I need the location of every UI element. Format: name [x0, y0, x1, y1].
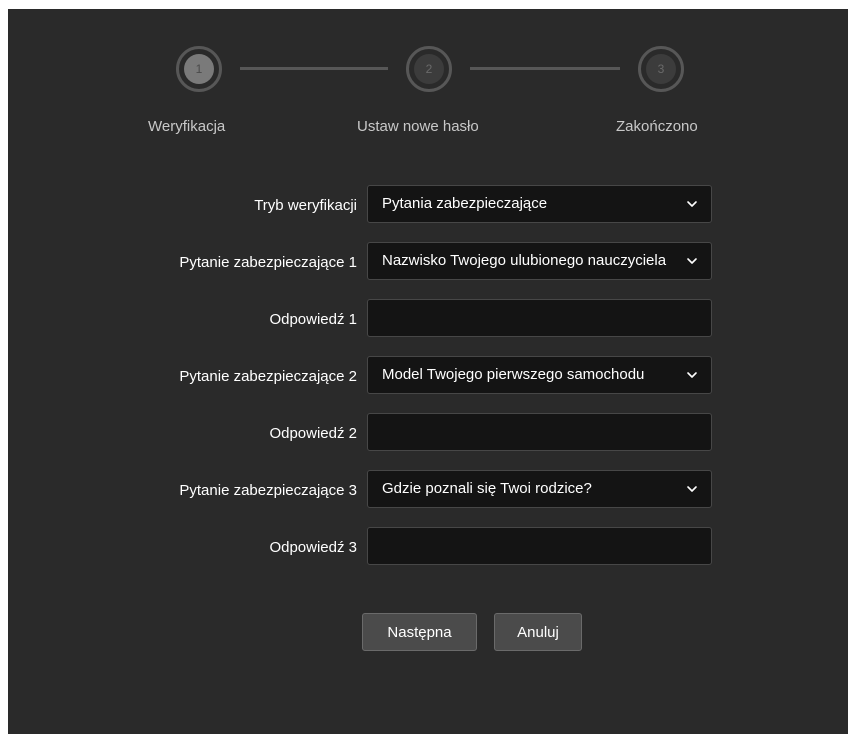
answer-3-input[interactable]: [367, 527, 712, 565]
step-1-number: 1: [184, 54, 214, 84]
step-connector-2: [470, 67, 620, 70]
chevron-down-icon: [687, 486, 697, 492]
answer-1-input[interactable]: [367, 299, 712, 337]
step-1-indicator: 1: [176, 46, 222, 92]
security-question-2-select[interactable]: Model Twojego pierwszego samochodu: [367, 356, 712, 394]
cancel-button[interactable]: Anuluj: [494, 613, 582, 651]
security-question-2-label: Pytanie zabezpieczające 2: [179, 368, 357, 385]
next-button[interactable]: Następna: [362, 613, 477, 651]
step-2-label: Ustaw nowe hasło: [357, 118, 479, 135]
answer-3-label: Odpowiedź 3: [269, 539, 357, 556]
answer-2-label: Odpowiedź 2: [269, 425, 357, 442]
step-2-indicator: 2: [406, 46, 452, 92]
security-question-1-label: Pytanie zabezpieczające 1: [179, 254, 357, 271]
verification-mode-label: Tryb weryfikacji: [254, 197, 357, 214]
answer-2-input[interactable]: [367, 413, 712, 451]
security-question-3-value: Gdzie poznali się Twoi rodzice?: [382, 480, 592, 497]
step-1-label: Weryfikacja: [148, 118, 226, 135]
chevron-down-icon: [687, 201, 697, 207]
security-question-1-value: Nazwisko Twojego ulubionego nauczyciela: [382, 252, 667, 269]
chevron-down-icon: [687, 372, 697, 378]
security-question-1-select[interactable]: Nazwisko Twojego ulubionego nauczyciela: [367, 242, 712, 280]
chevron-down-icon: [687, 258, 697, 264]
step-3-indicator: 3: [638, 46, 684, 92]
security-question-3-label: Pytanie zabezpieczające 3: [179, 482, 357, 499]
verification-mode-select[interactable]: Pytania zabezpieczające: [367, 185, 712, 223]
step-3-number: 3: [646, 54, 676, 84]
security-question-2-value: Model Twojego pierwszego samochodu: [382, 366, 645, 383]
step-3-label: Zakończono: [616, 118, 698, 135]
answer-1-label: Odpowiedź 1: [269, 311, 357, 328]
step-connector-1: [240, 67, 388, 70]
security-question-3-select[interactable]: Gdzie poznali się Twoi rodzice?: [367, 470, 712, 508]
verification-mode-value: Pytania zabezpieczające: [382, 195, 548, 212]
step-2-number: 2: [414, 54, 444, 84]
